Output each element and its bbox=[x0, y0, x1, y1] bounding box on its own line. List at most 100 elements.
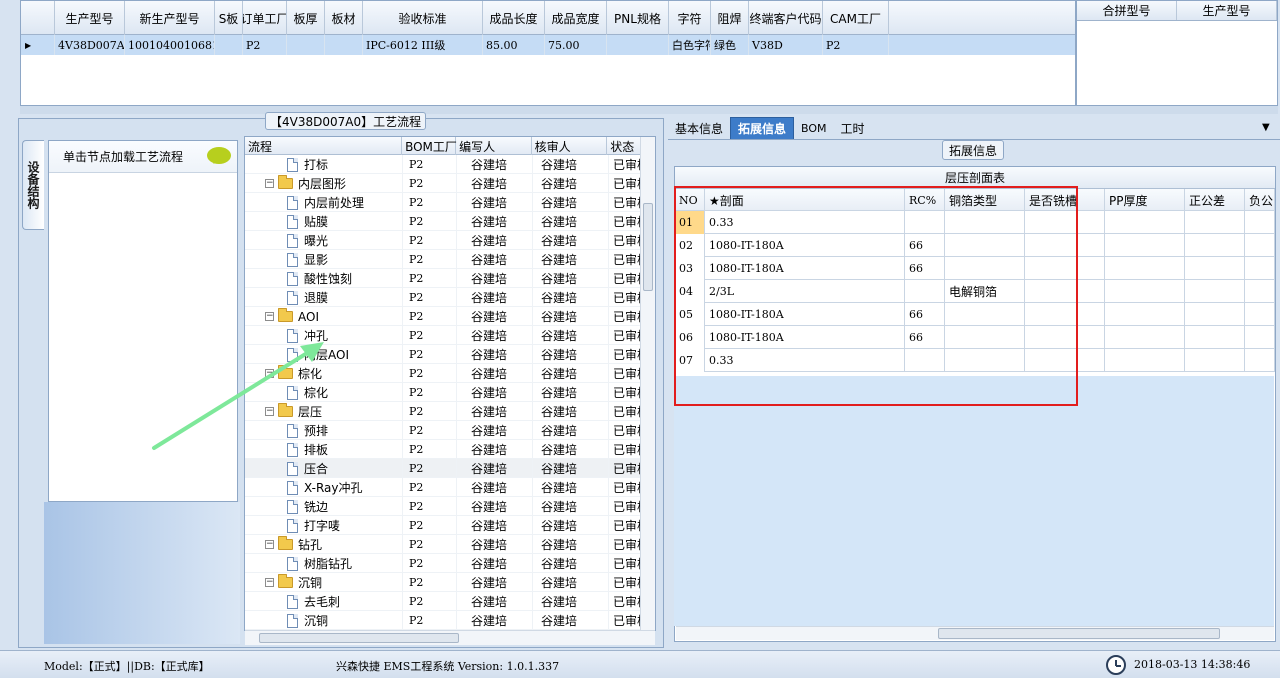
order-cell[interactable]: IPC-6012 III级 bbox=[363, 35, 483, 55]
tree-node[interactable]: 树脂钻孔 bbox=[245, 554, 403, 573]
tab-basic-info[interactable]: 基本信息 bbox=[668, 117, 730, 139]
order-cell[interactable]: 绿色 bbox=[711, 35, 749, 55]
lamination-cell[interactable] bbox=[1105, 234, 1185, 257]
order-grid[interactable]: 生产型号 新生产型号 S板 订单工厂 板厚 板材 验收标准 成品长度 成品宽度 PNL规格 字符 阻焊… bbox=[20, 0, 1076, 106]
tree-node[interactable]: 沉铜 bbox=[245, 611, 403, 630]
lamination-cell[interactable] bbox=[1185, 326, 1245, 349]
lamination-cell[interactable] bbox=[1105, 303, 1185, 326]
collapse-icon[interactable]: − bbox=[265, 578, 274, 587]
order-cell[interactable]: V38D bbox=[749, 35, 823, 55]
order-col-header[interactable]: 板厚 bbox=[287, 1, 325, 35]
order-col-header[interactable]: 新生产型号 bbox=[125, 1, 215, 35]
tree-row[interactable]: 显影 P2 谷建培 谷建培 已审核 bbox=[245, 250, 655, 269]
tree-row[interactable]: 打标 P2 谷建培 谷建培 已审核 bbox=[245, 155, 655, 174]
tab-bom[interactable]: BOM bbox=[794, 117, 834, 139]
tree-vertical-scrollbar[interactable] bbox=[640, 137, 655, 630]
tree-row[interactable]: − 钻孔 P2 谷建培 谷建培 已审核 bbox=[245, 535, 655, 554]
tree-node[interactable]: 去毛刺 bbox=[245, 592, 403, 611]
order-col-header[interactable]: 终端客户代码 bbox=[749, 1, 823, 35]
tab-dropdown-icon[interactable]: ▼ bbox=[1262, 122, 1270, 133]
lamination-col-header[interactable]: PP厚度 bbox=[1105, 189, 1185, 211]
tree-row[interactable]: 曝光 P2 谷建培 谷建培 已审核 bbox=[245, 231, 655, 250]
tree-row[interactable]: 打字唛 P2 谷建培 谷建培 已审核 bbox=[245, 516, 655, 535]
order-cell[interactable]: 10010400106811 bbox=[125, 35, 215, 55]
tree-node[interactable]: 贴膜 bbox=[245, 212, 403, 231]
tree-node[interactable]: 打字唛 bbox=[245, 516, 403, 535]
lamination-cell[interactable] bbox=[1185, 349, 1245, 372]
lamination-cell[interactable] bbox=[1105, 211, 1185, 234]
order-col-header[interactable]: 订单工厂 bbox=[243, 1, 287, 35]
lamination-scroll-thumb[interactable] bbox=[938, 628, 1220, 639]
tree-node[interactable]: 内层前处理 bbox=[245, 193, 403, 212]
order-grid-row[interactable]: 4V38D007A010010400106811 P2 IPC-6012 III级8… bbox=[21, 35, 1075, 55]
lamination-cell[interactable] bbox=[1185, 280, 1245, 303]
collapse-icon[interactable]: − bbox=[265, 540, 274, 549]
tree-row[interactable]: − 内层图形 P2 谷建培 谷建培 已审核 bbox=[245, 174, 655, 193]
order-col-header[interactable]: 生产型号 bbox=[55, 1, 125, 35]
lamination-cell[interactable] bbox=[1245, 211, 1275, 234]
order-col-header[interactable]: S板 bbox=[215, 1, 243, 35]
tree-node[interactable]: 显影 bbox=[245, 250, 403, 269]
lamination-cell[interactable] bbox=[1185, 303, 1245, 326]
order-cell[interactable]: 4V38D007A0 bbox=[55, 35, 125, 55]
order-cell[interactable]: 白色字符 bbox=[669, 35, 711, 55]
merge-grid[interactable]: 合拼型号 生产型号 bbox=[1076, 0, 1278, 106]
order-col-header[interactable]: 阻焊 bbox=[711, 1, 749, 35]
tab-extended-info[interactable]: 拓展信息 bbox=[730, 117, 795, 139]
tree-node[interactable]: − 钻孔 bbox=[245, 535, 403, 554]
order-cell[interactable] bbox=[215, 35, 243, 55]
tree-node[interactable]: 压合 bbox=[245, 459, 403, 478]
lamination-cell[interactable] bbox=[1245, 257, 1275, 280]
tree-node[interactable]: − 内层图形 bbox=[245, 174, 403, 193]
lamination-cell[interactable] bbox=[1245, 326, 1275, 349]
tree-node[interactable]: 打标 bbox=[245, 155, 403, 174]
order-col-header[interactable]: 成品宽度 bbox=[545, 1, 607, 35]
tree-horizontal-scroll-thumb[interactable] bbox=[259, 633, 459, 643]
tree-row[interactable]: 沉铜 P2 谷建培 谷建培 已审核 bbox=[245, 611, 655, 630]
lamination-horizontal-scrollbar[interactable] bbox=[676, 626, 1274, 640]
lamination-col-header[interactable]: 正公差 bbox=[1185, 189, 1245, 211]
order-col-header[interactable]: 验收标准 bbox=[363, 1, 483, 35]
lamination-cell[interactable] bbox=[1185, 211, 1245, 234]
order-col-header[interactable]: 成品长度 bbox=[483, 1, 545, 35]
tree-row[interactable]: 去毛刺 P2 谷建培 谷建培 已审核 bbox=[245, 592, 655, 611]
order-col-header[interactable]: PNL规格 bbox=[607, 1, 669, 35]
tree-node[interactable]: 曝光 bbox=[245, 231, 403, 250]
tree-row[interactable]: 退膜 P2 谷建培 谷建培 已审核 bbox=[245, 288, 655, 307]
order-cell[interactable] bbox=[607, 35, 669, 55]
order-cell[interactable]: P2 bbox=[243, 35, 287, 55]
tree-node[interactable]: 铣边 bbox=[245, 497, 403, 516]
tree-row[interactable]: 树脂钻孔 P2 谷建培 谷建培 已审核 bbox=[245, 554, 655, 573]
tree-row[interactable]: − 沉铜 P2 谷建培 谷建培 已审核 bbox=[245, 573, 655, 592]
tree-node[interactable]: 酸性蚀刻 bbox=[245, 269, 403, 288]
lamination-cell[interactable] bbox=[1105, 257, 1185, 280]
lamination-col-header[interactable]: 负公 bbox=[1245, 189, 1275, 211]
tab-work-hours[interactable]: 工时 bbox=[834, 117, 872, 139]
tree-node[interactable]: 退膜 bbox=[245, 288, 403, 307]
lamination-cell[interactable] bbox=[1245, 234, 1275, 257]
tree-row[interactable]: 内层前处理 P2 谷建培 谷建培 已审核 bbox=[245, 193, 655, 212]
order-col-header[interactable]: CAM工厂 bbox=[823, 1, 889, 35]
tree-row[interactable]: 压合 P2 谷建培 谷建培 已审核 bbox=[245, 459, 655, 478]
lamination-cell[interactable] bbox=[1105, 349, 1185, 372]
tree-row[interactable]: 贴膜 P2 谷建培 谷建培 已审核 bbox=[245, 212, 655, 231]
horizontal-splitter[interactable] bbox=[20, 106, 1278, 114]
tab-equipment-structure[interactable]: 设备结构 bbox=[22, 140, 44, 230]
lamination-cell[interactable] bbox=[1245, 280, 1275, 303]
lamination-cell[interactable] bbox=[1185, 234, 1245, 257]
tree-row[interactable]: X-Ray冲孔 P2 谷建培 谷建培 已审核 bbox=[245, 478, 655, 497]
tree-node[interactable]: − 沉铜 bbox=[245, 573, 403, 592]
lamination-cell[interactable] bbox=[1245, 349, 1275, 372]
order-cell[interactable]: 85.00 bbox=[483, 35, 545, 55]
collapse-icon[interactable]: − bbox=[265, 179, 274, 188]
tree-row[interactable]: 铣边 P2 谷建培 谷建培 已审核 bbox=[245, 497, 655, 516]
order-cell[interactable]: 75.00 bbox=[545, 35, 607, 55]
order-col-header[interactable]: 字符 bbox=[669, 1, 711, 35]
lamination-cell[interactable] bbox=[1105, 326, 1185, 349]
tree-node[interactable]: X-Ray冲孔 bbox=[245, 478, 403, 497]
tree-horizontal-scrollbar[interactable] bbox=[245, 630, 655, 645]
lamination-cell[interactable] bbox=[1245, 303, 1275, 326]
tree-vertical-scroll-thumb[interactable] bbox=[643, 203, 653, 291]
tree-row[interactable]: 酸性蚀刻 P2 谷建培 谷建培 已审核 bbox=[245, 269, 655, 288]
order-col-header[interactable]: 板材 bbox=[325, 1, 363, 35]
